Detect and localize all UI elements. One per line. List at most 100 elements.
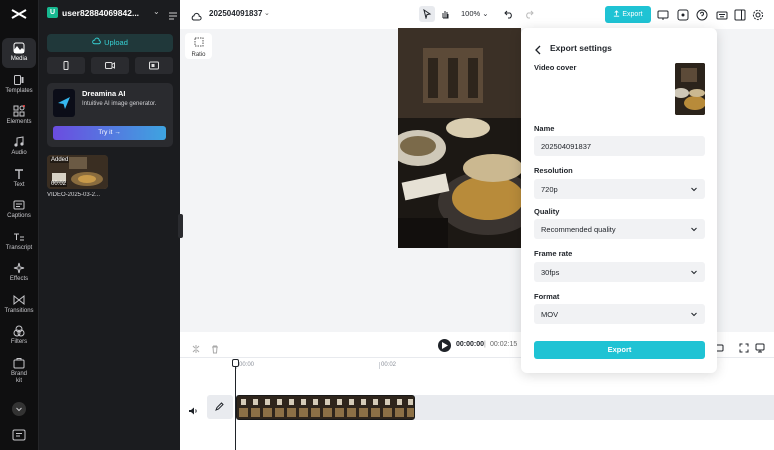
transcript-icon: [2, 230, 36, 244]
settings-icon[interactable]: [752, 8, 764, 21]
screen-source-button[interactable]: [135, 57, 173, 74]
quality-select[interactable]: Recommended quality: [534, 219, 705, 239]
present-icon[interactable]: [657, 8, 669, 20]
rail-item-captions[interactable]: Captions: [2, 195, 36, 225]
panel-resize-handle[interactable]: [178, 214, 183, 238]
upload-label: Upload: [104, 38, 128, 47]
export-button[interactable]: Export: [605, 6, 651, 23]
account-switcher[interactable]: U user82884069842... ⌄: [47, 7, 178, 21]
undo-button[interactable]: [501, 6, 517, 22]
cloud-upload-icon: [92, 37, 101, 45]
screen-mode-icon[interactable]: [755, 340, 765, 353]
rail-item-brand-kit[interactable]: Brand kit: [2, 353, 36, 387]
ruler-label: 00:00: [239, 362, 255, 368]
avatar: U: [47, 7, 58, 18]
captions-icon: [2, 198, 36, 212]
phone-icon: [63, 61, 69, 70]
resolution-select[interactable]: 720p: [534, 179, 705, 199]
rail-label: Brand kit: [10, 371, 27, 384]
video-cover-thumbnail[interactable]: [675, 63, 705, 115]
upload-button[interactable]: Upload: [47, 34, 173, 52]
back-arrow-icon[interactable]: [534, 42, 543, 55]
keyboard-icon[interactable]: [716, 8, 728, 20]
rail-item-elements[interactable]: Elements: [2, 101, 36, 131]
restaurant-frame-image: [398, 28, 521, 248]
rail-item-transitions[interactable]: Transitions: [2, 290, 36, 320]
volume-icon[interactable]: [188, 403, 198, 415]
quality-value: Recommended quality: [541, 225, 616, 234]
rail-label: Templates: [5, 88, 33, 94]
share-icon[interactable]: [677, 8, 689, 21]
name-value: 202504091837: [541, 142, 592, 151]
chevron-down-icon[interactable]: ⌄: [264, 9, 270, 17]
project-name[interactable]: 202504091837: [209, 9, 262, 18]
rail-item-text[interactable]: Text: [2, 164, 36, 194]
rail-label: Elements: [6, 119, 32, 125]
fullscreen-icon[interactable]: [739, 340, 749, 353]
redo-button[interactable]: [521, 6, 537, 22]
chevron-down-icon: [691, 312, 697, 317]
video-clip[interactable]: [236, 395, 415, 420]
playhead[interactable]: [235, 362, 236, 450]
playhead-handle[interactable]: [232, 359, 239, 367]
time-separator: |: [484, 341, 486, 348]
split-icon[interactable]: [191, 341, 201, 353]
duration-badge: 00:02: [50, 181, 68, 187]
rail-item-effects[interactable]: Effects: [2, 258, 36, 288]
cloud-icon: [191, 9, 202, 21]
video-camera-icon: [105, 62, 115, 69]
ratio-icon: [194, 37, 203, 47]
help-icon[interactable]: [696, 8, 708, 21]
chevron-down-icon: [691, 187, 697, 192]
dreamina-promo-card: Dreamina AI Intuitive AI image generator…: [47, 83, 173, 147]
name-input[interactable]: 202504091837: [534, 136, 705, 156]
collapse-rail-button[interactable]: [12, 402, 26, 416]
current-time: 00:00:00: [456, 341, 485, 348]
brand-kit-icon: [2, 356, 36, 370]
media-thumbnail[interactable]: Added 00:02: [47, 155, 108, 189]
hand-tool-button[interactable]: [437, 6, 453, 22]
user-name: user82884069842...: [62, 8, 140, 18]
phone-source-button[interactable]: [47, 57, 85, 74]
rail-label: Transitions: [4, 308, 34, 314]
hand-icon: [442, 11, 449, 19]
total-time: 00:02:15: [490, 341, 518, 348]
delete-icon[interactable]: [210, 341, 220, 354]
media-filename: VIDEO-2025-03-2...: [47, 192, 101, 198]
play-button[interactable]: [438, 339, 451, 352]
frame-rate-select[interactable]: 30fps: [534, 262, 705, 282]
layout-icon[interactable]: [734, 8, 746, 21]
templates-icon: [2, 73, 36, 87]
rail-item-transcript[interactable]: Transcript: [2, 227, 36, 257]
feedback-icon[interactable]: [12, 428, 26, 441]
export-settings-panel: Export settings Video cover Name 2025040…: [521, 28, 717, 373]
undo-icon: [504, 10, 512, 19]
resolution-label: Resolution: [534, 166, 573, 175]
play-icon: [442, 342, 448, 349]
format-select[interactable]: MOV: [534, 304, 705, 324]
panel-menu-icon[interactable]: [168, 8, 178, 20]
export-settings-title: Export settings: [550, 43, 612, 53]
rail-item-media[interactable]: Media: [2, 38, 36, 68]
record-source-button[interactable]: [91, 57, 129, 74]
top-bar: 202504091837 ⌄ 100% ⌄ Export: [180, 0, 774, 29]
try-it-button[interactable]: Try it →: [53, 126, 166, 140]
resolution-value: 720p: [541, 185, 558, 194]
video-preview[interactable]: [398, 28, 521, 248]
zoom-level[interactable]: 100% ⌄: [461, 9, 489, 18]
edit-cover-button[interactable]: [207, 395, 233, 419]
screen-icon: [149, 61, 159, 70]
export-label: Export: [622, 11, 643, 18]
rail-item-filters[interactable]: Filters: [2, 321, 36, 351]
zoom-value: 100%: [461, 9, 481, 18]
effects-icon: [2, 261, 36, 275]
select-tool-button[interactable]: [419, 6, 435, 22]
ratio-button[interactable]: Ratio: [185, 33, 212, 59]
format-label: Format: [534, 292, 560, 301]
rail-item-audio[interactable]: Audio: [2, 132, 36, 162]
rail-label: Filters: [10, 339, 28, 345]
chevron-down-icon: ⌄: [153, 7, 160, 16]
export-confirm-button[interactable]: Export: [534, 341, 705, 359]
capcut-logo[interactable]: [10, 6, 28, 22]
rail-item-templates[interactable]: Templates: [2, 70, 36, 100]
